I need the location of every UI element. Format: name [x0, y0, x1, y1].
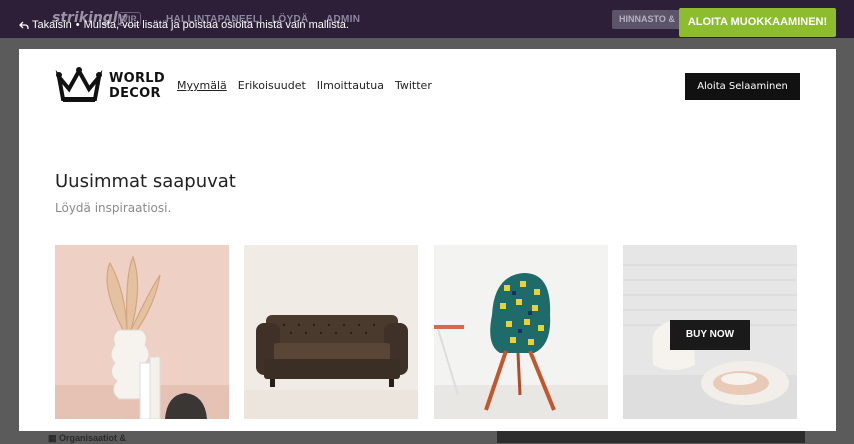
building-icon: ▦	[48, 433, 57, 443]
product-card-sofa[interactable]	[244, 245, 418, 419]
nav-item-signup[interactable]: Ilmoittautua	[317, 79, 384, 92]
back-label: Takaisin	[32, 19, 72, 31]
pricing-button[interactable]: HINNASTO &	[612, 10, 682, 29]
back-arrow-icon	[19, 21, 29, 29]
nav-item-shop[interactable]: Myymälä	[177, 79, 227, 92]
background-sidebar-item: ▦ Organisaatiot &	[48, 433, 126, 444]
back-link[interactable]: Takaisin	[19, 19, 72, 31]
background-sidebar-label: Organisaatiot &	[59, 433, 127, 443]
section-subtitle: Löydä inspiraatiosi.	[55, 201, 172, 215]
product-card-vase[interactable]	[55, 245, 229, 419]
start-browsing-button[interactable]: Aloita Selaaminen	[685, 73, 800, 100]
nav-item-twitter[interactable]: Twitter	[395, 79, 432, 92]
section-title: Uusimmat saapuvat	[55, 171, 236, 192]
start-editing-button[interactable]: ALOITA MUOKKAAMINEN!	[679, 8, 836, 37]
crown-icon	[55, 67, 103, 102]
template-preview: WORLD DECOR Myymälä Erikoisuudet Ilmoitt…	[19, 49, 836, 431]
nav-item-specials[interactable]: Erikoisuudet	[238, 79, 306, 92]
logo-wordmark: WORLD DECOR	[109, 71, 165, 101]
site-nav: Myymälä Erikoisuudet Ilmoittautua Twitte…	[177, 79, 432, 92]
notice-text: Muista, voit lisätä ja poistaa osioita m…	[83, 19, 349, 31]
chair-image	[434, 245, 608, 419]
background-panel	[497, 430, 805, 443]
buy-now-button[interactable]: BUY NOW	[670, 320, 750, 350]
product-card-chair[interactable]	[434, 245, 608, 419]
notice-bar: Takaisin • Muista, voit lisätä ja poista…	[19, 19, 349, 31]
vase-image	[55, 245, 229, 419]
sofa-image	[244, 245, 418, 419]
logo-line-2: DECOR	[109, 86, 161, 101]
logo-line-1: WORLD	[109, 71, 165, 86]
separator-dot: •	[75, 19, 80, 31]
product-card-white-chairs[interactable]: BUY NOW	[623, 245, 797, 419]
site-logo[interactable]: WORLD DECOR	[55, 67, 165, 105]
